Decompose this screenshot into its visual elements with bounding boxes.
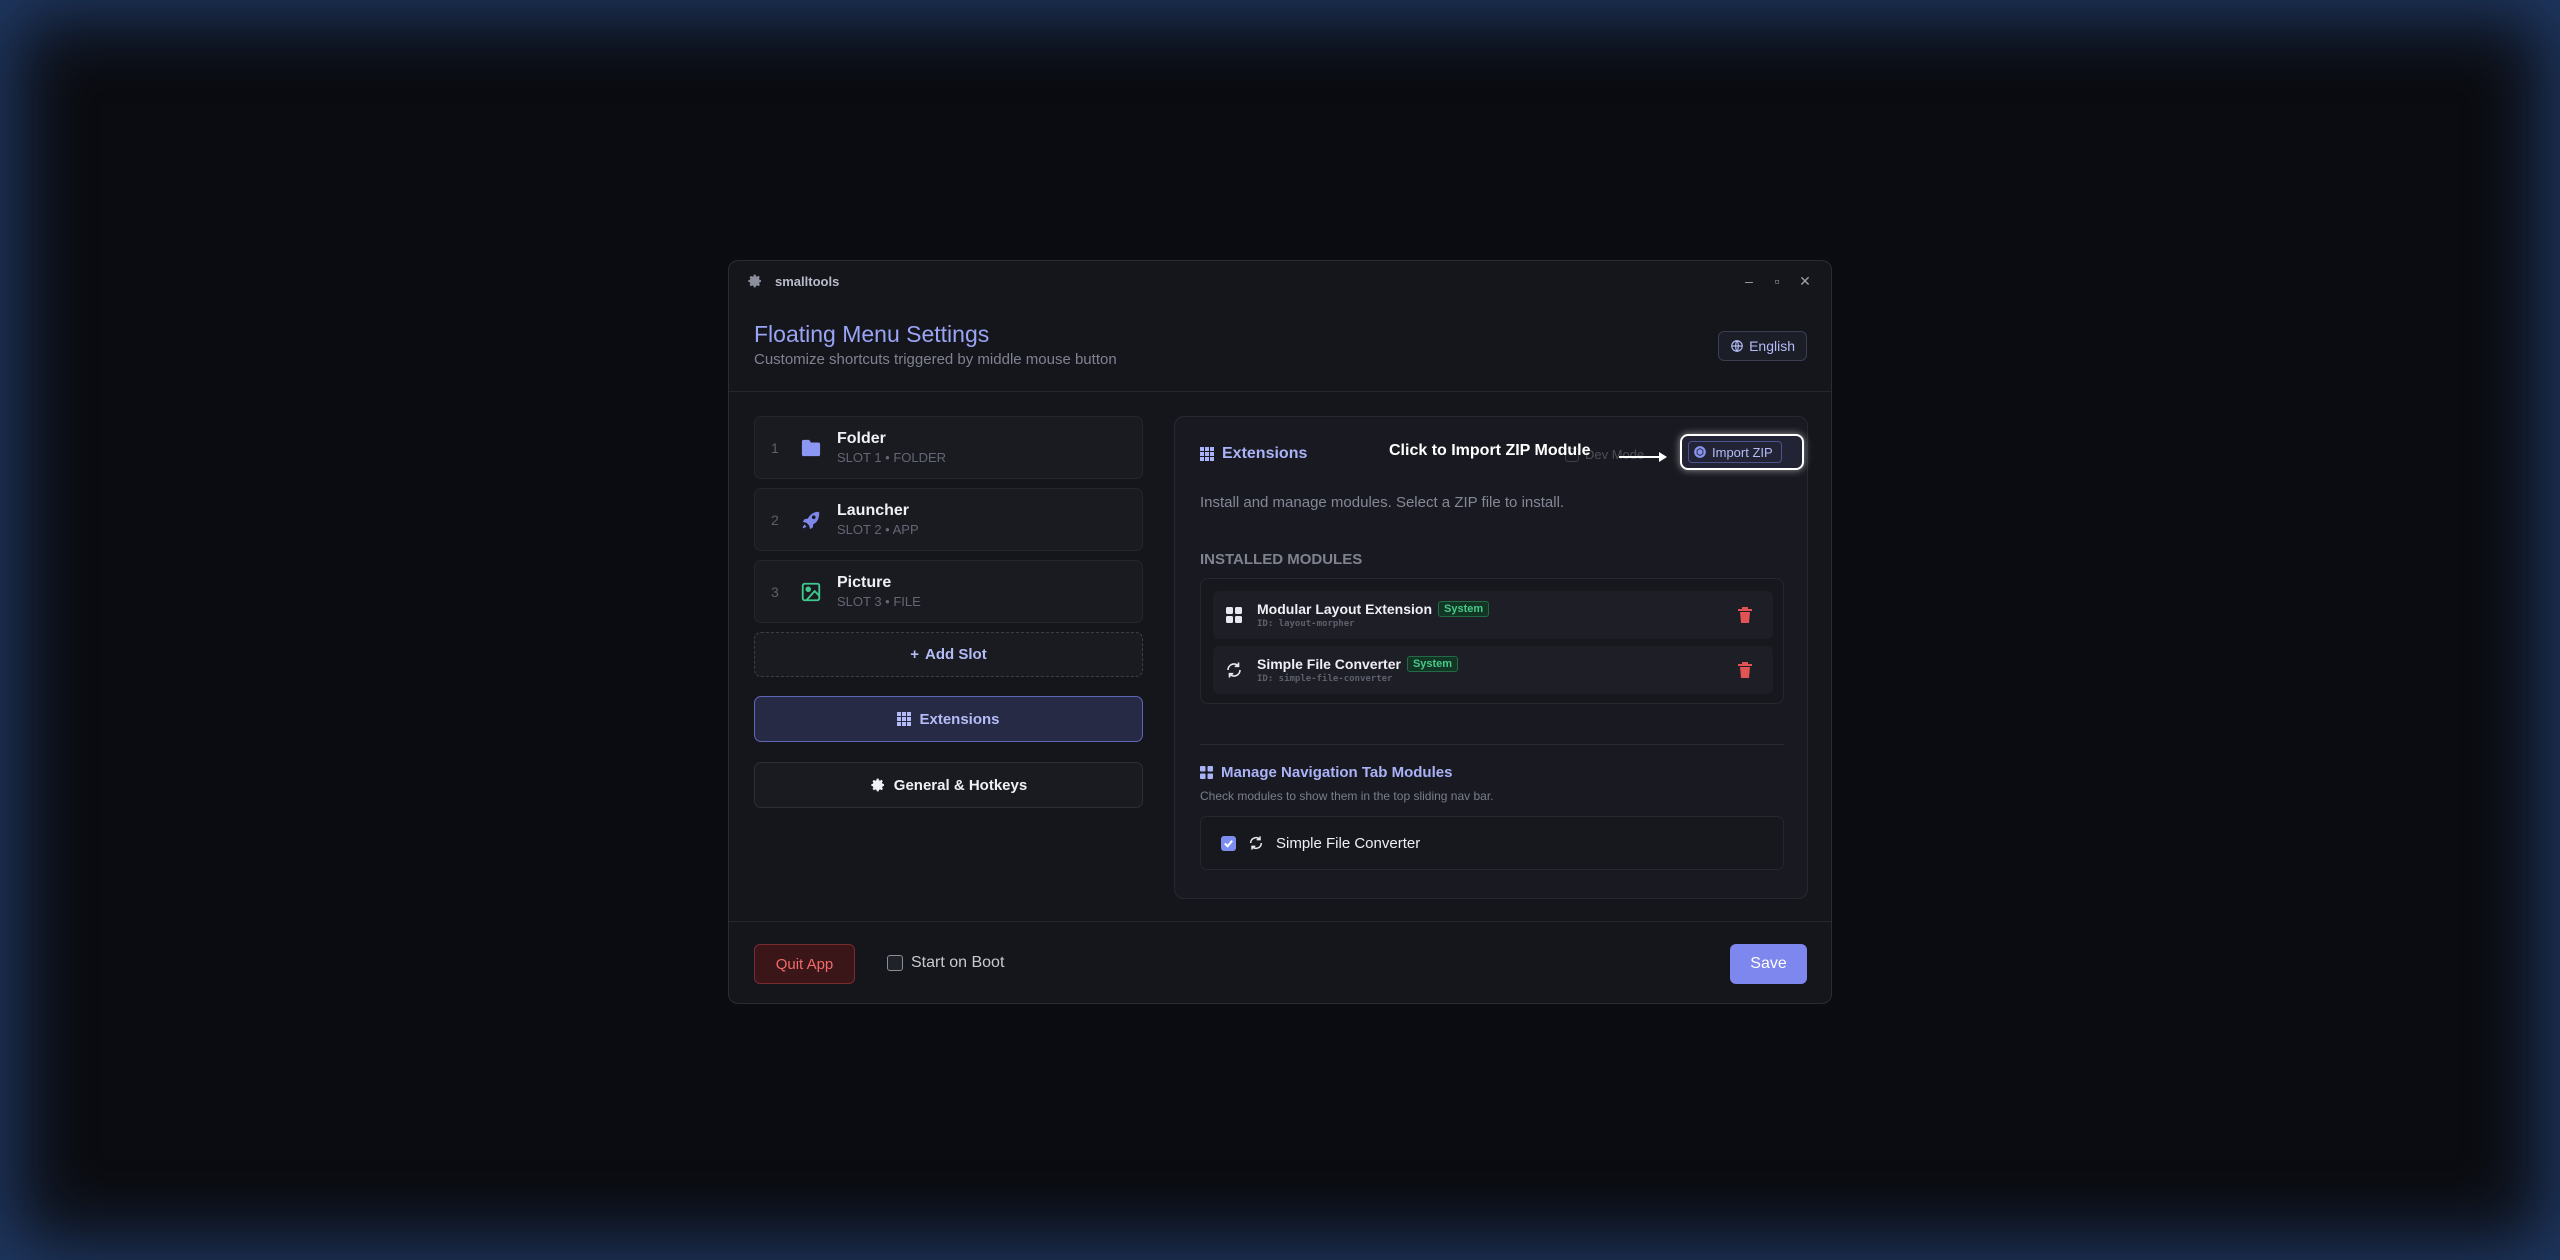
minimize-button[interactable]: –: [1735, 271, 1763, 291]
slot-subtitle: SLOT 1 • FOLDER: [837, 450, 947, 465]
header-divider: [729, 391, 1831, 392]
slot-name: Picture: [837, 574, 892, 591]
slot-number: 2: [771, 511, 779, 528]
footer-divider: [729, 921, 1831, 922]
title-bar[interactable]: smalltools – ▫ ✕: [729, 261, 1831, 301]
extensions-panel: Extensions Dev Mode Click to Import ZIP …: [1174, 416, 1808, 899]
grid-icon: [1226, 607, 1242, 623]
slot-name: Launcher: [837, 502, 910, 519]
grid-icon: [1200, 766, 1213, 779]
module-id: ID: simple-file-converter: [1257, 674, 1393, 684]
app-title: smalltools: [775, 273, 840, 289]
quit-app-button[interactable]: Quit App: [754, 944, 855, 984]
close-button[interactable]: ✕: [1791, 271, 1819, 291]
extensions-nav-label: Extensions: [919, 710, 1000, 728]
grid-icon: [897, 712, 912, 726]
refresh-icon: [1227, 662, 1241, 678]
start-on-boot-checkbox[interactable]: [887, 955, 903, 971]
extensions-title: Extensions: [1222, 445, 1308, 462]
slot-item-picture[interactable]: 3 Picture SLOT 3 • FILE: [754, 560, 1143, 623]
slot-subtitle: SLOT 2 • APP: [837, 522, 919, 537]
slot-item-launcher[interactable]: 2 Launcher SLOT 2 • APP: [754, 488, 1143, 551]
image-icon: [799, 580, 823, 604]
slot-number: 1: [771, 439, 779, 456]
maximize-button[interactable]: ▫: [1763, 271, 1791, 291]
save-button[interactable]: Save: [1730, 944, 1807, 984]
nav-modules-description: Check modules to show them in the top sl…: [1200, 789, 1494, 803]
page-header: Floating Menu Settings Customize shortcu…: [754, 321, 1117, 368]
globe-icon: [1731, 340, 1743, 352]
refresh-icon: [1249, 836, 1263, 850]
gear-icon: [871, 778, 884, 792]
rocket-icon: [799, 508, 823, 532]
nav-module-checkbox[interactable]: [1221, 835, 1236, 851]
slot-item-folder[interactable]: 1 Folder SLOT 1 • FOLDER: [754, 416, 1143, 479]
plus-icon: +: [910, 646, 920, 663]
import-zip-label: Import ZIP: [1712, 444, 1773, 460]
app-gear-icon: [748, 274, 761, 288]
package-icon: [1694, 446, 1706, 458]
module-id: ID: layout-morpher: [1257, 619, 1355, 629]
module-row: Simple File Converter System ID: simple-…: [1213, 646, 1773, 694]
import-callout: Click to Import ZIP Module: [1389, 442, 1591, 459]
section-divider: [1200, 744, 1784, 745]
folder-icon: [799, 436, 823, 460]
nav-modules-title: Manage Navigation Tab Modules: [1221, 764, 1453, 781]
add-slot-label: Add Slot: [925, 646, 987, 663]
module-name: Modular Layout Extension: [1257, 601, 1433, 617]
module-row: Modular Layout Extension System ID: layo…: [1213, 591, 1773, 639]
nav-module-item[interactable]: Simple File Converter: [1200, 816, 1784, 870]
general-hotkeys-nav-label: General & Hotkeys: [893, 776, 1028, 794]
grid-icon: [1200, 447, 1214, 461]
language-button[interactable]: English: [1718, 331, 1807, 361]
page-subtitle: Customize shortcuts triggered by middle …: [754, 351, 1117, 368]
settings-window: smalltools – ▫ ✕ Floating Menu Settings …: [728, 260, 1832, 1004]
general-hotkeys-nav-button[interactable]: General & Hotkeys: [754, 762, 1143, 808]
installed-modules-heading: INSTALLED MODULES: [1200, 551, 1363, 568]
extensions-description: Install and manage modules. Select a ZIP…: [1200, 494, 1565, 511]
sidebar: 1 Folder SLOT 1 • FOLDER 2 Launcher SLOT…: [754, 416, 1143, 808]
start-on-boot-toggle[interactable]: Start on Boot: [887, 954, 1004, 972]
nav-module-label: Simple File Converter: [1276, 834, 1421, 852]
slot-subtitle: SLOT 3 • FILE: [837, 594, 921, 609]
page-title: Floating Menu Settings: [754, 321, 990, 347]
module-name: Simple File Converter: [1257, 656, 1401, 672]
check-icon: [1224, 839, 1233, 848]
start-on-boot-label: Start on Boot: [911, 954, 1005, 971]
add-slot-button[interactable]: + Add Slot: [754, 632, 1143, 677]
installed-modules-list: Modular Layout Extension System ID: layo…: [1200, 578, 1784, 704]
import-zip-button[interactable]: Import ZIP: [1680, 434, 1804, 470]
system-badge: System: [1438, 601, 1490, 617]
trash-icon[interactable]: [1737, 606, 1753, 624]
system-badge: System: [1406, 656, 1459, 672]
slot-number: 3: [771, 583, 779, 600]
slot-name: Folder: [837, 430, 886, 447]
language-label: English: [1749, 338, 1795, 354]
extensions-nav-button[interactable]: Extensions: [754, 696, 1143, 742]
callout-arrow-icon: [1619, 452, 1667, 462]
trash-icon[interactable]: [1737, 661, 1753, 679]
